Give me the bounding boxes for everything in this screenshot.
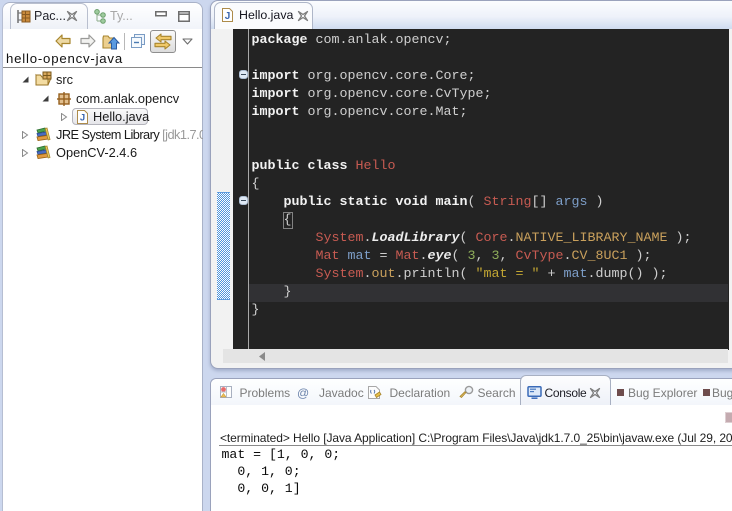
- svg-text:J: J: [225, 11, 231, 22]
- svg-text:J: J: [80, 113, 85, 124]
